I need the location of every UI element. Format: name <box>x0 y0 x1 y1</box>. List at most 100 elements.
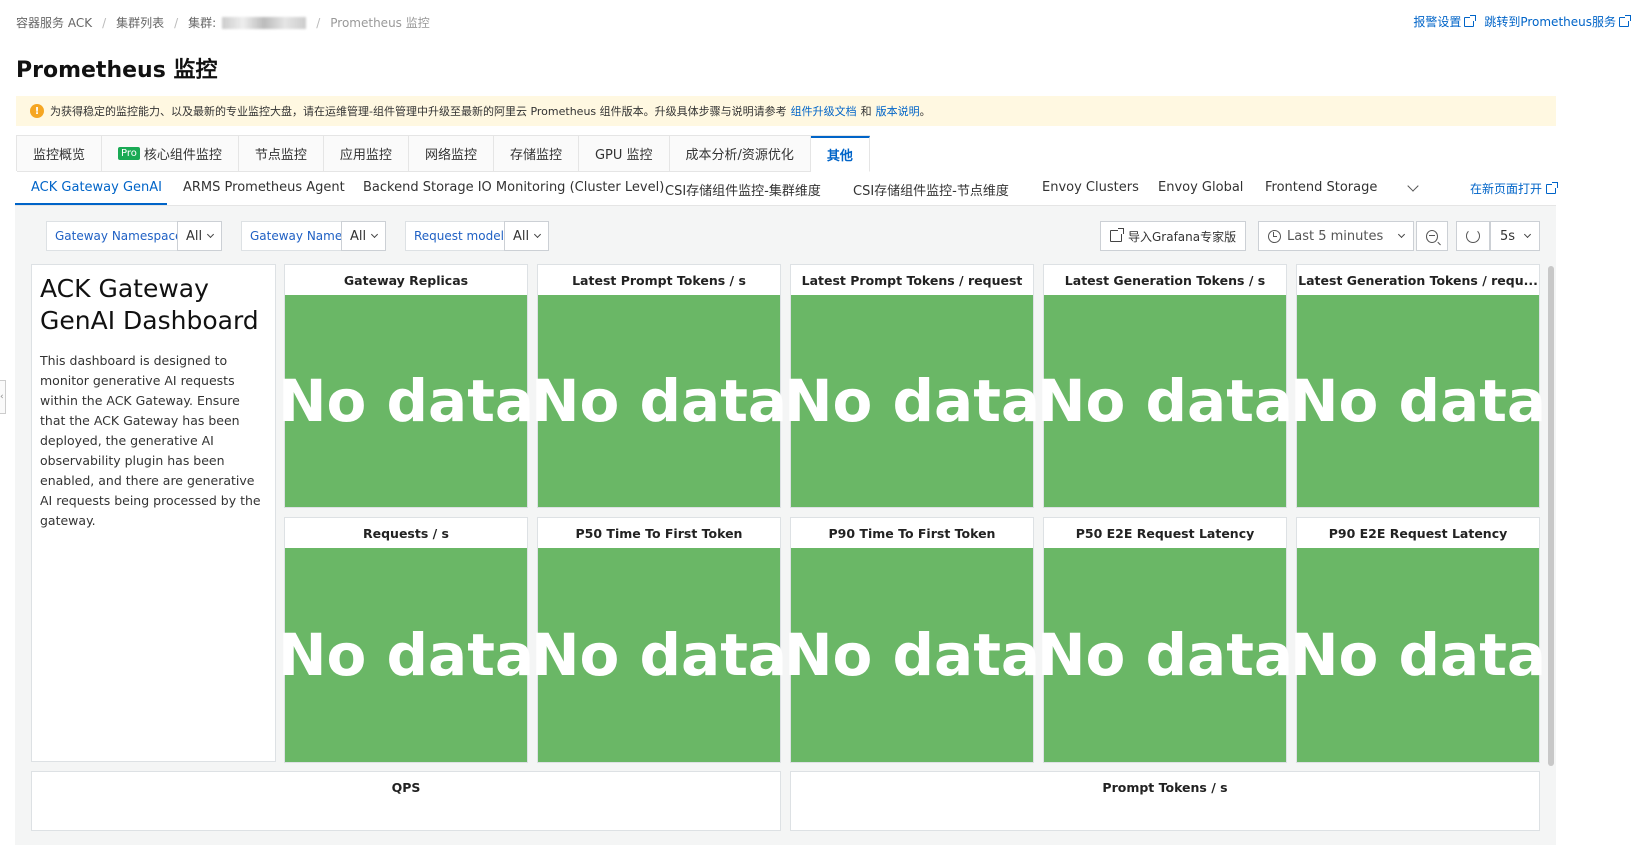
request-model-select[interactable]: All <box>504 221 550 251</box>
subtab-ack-gateway-genai[interactable]: ACK Gateway GenAI <box>31 180 162 195</box>
panel-title: Requests / s <box>363 525 449 541</box>
panel-value: No data <box>278 295 534 507</box>
gateway-namespace-label: Gateway Namespace <box>46 221 192 251</box>
breadcrumb-separator: / <box>102 15 107 30</box>
zoom-out-button[interactable] <box>1416 221 1448 251</box>
subtab-frontend-storage[interactable]: Frontend Storage <box>1265 180 1377 195</box>
zoom-out-icon <box>1426 229 1438 243</box>
panel-title: Latest Prompt Tokens / request <box>801 272 1023 288</box>
alert-end: 。 <box>919 105 931 118</box>
breadcrumb-separator: / <box>316 15 321 30</box>
active-subtab-indicator <box>15 203 167 205</box>
upgrade-doc-link[interactable]: 组件升级文档 <box>791 103 857 119</box>
page-title: Prometheus 监控 <box>16 58 218 83</box>
panel-value: No data <box>278 548 534 762</box>
external-link-icon <box>1546 181 1558 194</box>
refresh-icon <box>1466 229 1480 243</box>
share-icon <box>1110 228 1124 242</box>
panel-prompt-tokens-per-s[interactable]: Prompt Tokens / s <box>790 771 1540 831</box>
time-range-picker[interactable]: Last 5 minutes <box>1258 221 1414 251</box>
dashboard-area: Gateway Namespace All Gateway Name All R… <box>15 206 1556 845</box>
tab-node[interactable]: 节点监控 <box>238 136 324 172</box>
blurred-cluster-name <box>222 16 307 29</box>
panel-value: No data <box>784 548 1040 762</box>
panel-value: No data <box>784 295 1040 507</box>
panel-value: No data <box>1290 548 1546 762</box>
panel-title: Prompt Tokens / s <box>1102 779 1228 795</box>
breadcrumb: 容器服务 ACK / 集群列表 / 集群: / Prometheus 监控 <box>16 14 430 31</box>
tab-gpu[interactable]: GPU 监控 <box>578 136 670 172</box>
panel-title: Latest Generation Tokens / s <box>1064 272 1266 288</box>
stat-panel-p50-e2e-latency[interactable]: P50 E2E Request Latency No data <box>1037 517 1293 763</box>
breadcrumb-cluster-list[interactable]: 集群列表 <box>116 14 164 31</box>
refresh-interval-select[interactable]: 5s <box>1490 221 1540 251</box>
subtab-csi-node[interactable]: CSI存储组件监控-节点维度 <box>853 180 1009 199</box>
upgrade-alert: ! 为获得稳定的监控能力、以及最新的专业监控大盘，请在运维管理-组件管理中升级至… <box>16 96 1556 126</box>
chevron-down-icon <box>207 230 215 239</box>
clock-icon <box>1268 229 1281 243</box>
panel-value: No data <box>1037 548 1293 762</box>
breadcrumb-current: Prometheus 监控 <box>330 16 430 30</box>
warning-icon: ! <box>30 104 44 118</box>
chevron-down-icon <box>1397 230 1406 239</box>
stat-panel-gateway-replicas[interactable]: Gateway Replicas No data <box>278 264 534 508</box>
breadcrumb-separator: / <box>174 15 179 30</box>
main-tabs: 监控概览 Pro 核心组件监控 节点监控 应用监控 网络监控 存储监控 GPU 监… <box>16 135 870 172</box>
panel-value: No data <box>531 548 787 762</box>
alert-text: 为获得稳定的监控能力、以及最新的专业监控大盘，请在运维管理-组件管理中升级至最新… <box>50 105 787 118</box>
chevron-down-icon <box>534 230 542 239</box>
tab-application[interactable]: 应用监控 <box>323 136 409 172</box>
open-new-page-link[interactable]: 在新页面打开 <box>1470 180 1558 197</box>
panel-title: Gateway Replicas <box>343 272 469 288</box>
goto-prometheus-link[interactable]: 跳转到Prometheus服务 <box>1484 13 1631 30</box>
sidebar-collapse-handle[interactable]: ‹ <box>0 380 6 414</box>
stat-panel-p90-e2e-latency[interactable]: P90 E2E Request Latency No data <box>1290 517 1546 763</box>
top-links: 报警设置 跳转到Prometheus服务 <box>1413 13 1631 30</box>
chevron-down-icon <box>1523 230 1532 239</box>
gateway-namespace-select[interactable]: All <box>177 221 223 251</box>
panel-title: P90 Time To First Token <box>828 525 996 541</box>
dashboard-title: ACK Gateway GenAI Dashboard <box>40 274 259 335</box>
gateway-name-label: Gateway Name <box>241 221 352 251</box>
panel-qps[interactable]: QPS <box>31 771 781 831</box>
external-link-icon <box>1464 14 1477 27</box>
subtab-backend-storage-io[interactable]: Backend Storage IO Monitoring (Cluster L… <box>363 180 664 195</box>
stat-panel-requests-per-s[interactable]: Requests / s No data <box>278 517 534 763</box>
subtab-envoy-global[interactable]: Envoy Global <box>1158 180 1243 195</box>
tab-storage[interactable]: 存储监控 <box>493 136 579 172</box>
stat-panel-p90-ttft[interactable]: P90 Time To First Token No data <box>784 517 1040 763</box>
request-model-label: Request model <box>405 221 513 251</box>
subtab-arms-prometheus-agent[interactable]: ARMS Prometheus Agent <box>183 180 345 195</box>
pro-badge: Pro <box>118 147 140 160</box>
chevron-down-icon[interactable] <box>1407 180 1419 192</box>
panel-value: No data <box>1037 295 1293 507</box>
vertical-scrollbar[interactable] <box>1548 266 1554 766</box>
panel-title: Latest Prompt Tokens / s <box>572 272 746 288</box>
stat-panel-p50-ttft[interactable]: P50 Time To First Token No data <box>531 517 787 763</box>
breadcrumb-cluster[interactable]: 集群: <box>188 14 216 31</box>
stat-panel-generation-tokens-per-s[interactable]: Latest Generation Tokens / s No data <box>1037 264 1293 508</box>
alert-settings-link[interactable]: 报警设置 <box>1413 13 1477 30</box>
panel-value: No data <box>1290 295 1546 507</box>
tab-network[interactable]: 网络监控 <box>408 136 494 172</box>
refresh-button[interactable] <box>1456 221 1490 251</box>
gateway-name-select[interactable]: All <box>341 221 387 251</box>
release-notes-link[interactable]: 版本说明 <box>876 103 920 119</box>
breadcrumb-ack[interactable]: 容器服务 ACK <box>16 14 92 31</box>
panel-title: QPS <box>391 779 421 795</box>
panel-title: Latest Generation Tokens / requ... <box>1298 272 1538 288</box>
stat-panel-prompt-tokens-per-request[interactable]: Latest Prompt Tokens / request No data <box>784 264 1040 508</box>
stat-panel-prompt-tokens-per-s[interactable]: Latest Prompt Tokens / s No data <box>531 264 787 508</box>
tab-cost-analysis[interactable]: 成本分析/资源优化 <box>669 136 811 172</box>
external-link-icon <box>1619 14 1631 27</box>
tab-core-components[interactable]: Pro 核心组件监控 <box>102 136 239 172</box>
subtab-csi-cluster[interactable]: CSI存储组件监控-集群维度 <box>665 180 821 199</box>
alert-and: 和 <box>860 105 872 118</box>
tab-others[interactable]: 其他 <box>810 136 870 172</box>
stat-panel-generation-tokens-per-request[interactable]: Latest Generation Tokens / requ... No da… <box>1290 264 1546 508</box>
panel-title: P90 E2E Request Latency <box>1328 525 1508 541</box>
subtab-envoy-clusters[interactable]: Envoy Clusters <box>1042 180 1139 195</box>
tab-overview[interactable]: 监控概览 <box>17 136 103 172</box>
import-grafana-button[interactable]: 导入Grafana专家版 <box>1100 221 1247 251</box>
chevron-down-icon <box>371 230 379 239</box>
